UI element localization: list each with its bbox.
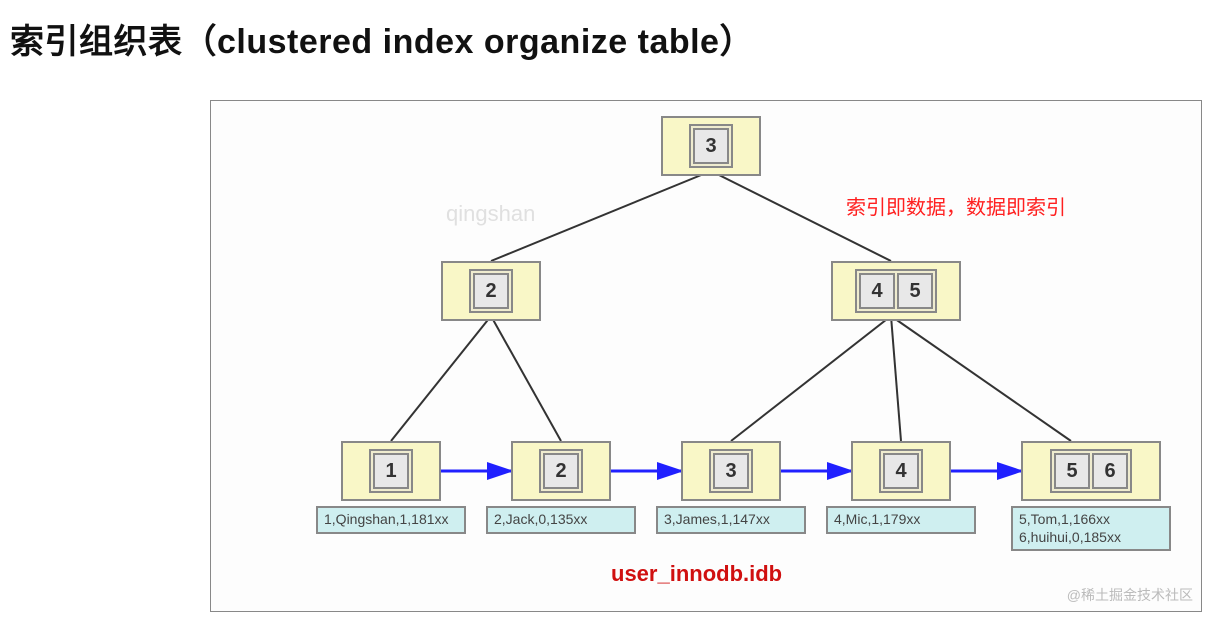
filename-label: user_innodb.idb: [611, 561, 782, 587]
attribution-text: @稀土掘金技术社区: [1067, 585, 1193, 605]
key-cell: 4: [883, 453, 919, 489]
tree-leaf-node: 5 6: [1021, 441, 1161, 501]
tree-leaf-node: 1: [341, 441, 441, 501]
leaf-data-box: 4,Mic,1,179xx: [826, 506, 976, 534]
tree-leaf-node: 2: [511, 441, 611, 501]
key-cell: 3: [693, 128, 729, 164]
key-cell: 5: [897, 273, 933, 309]
tree-root-node: 3: [661, 116, 761, 176]
key-cell: 4: [859, 273, 895, 309]
key-cell: 3: [713, 453, 749, 489]
leaf-data-box: 1,Qingshan,1,181xx: [316, 506, 466, 534]
key-cell: 6: [1092, 453, 1128, 489]
leaf-data-box: 2,Jack,0,135xx: [486, 506, 636, 534]
key-cell: 2: [543, 453, 579, 489]
key-cell: 5: [1054, 453, 1090, 489]
page-title: 索引组织表（clustered index organize table）: [0, 0, 1212, 63]
key-cell: 1: [373, 453, 409, 489]
watermark-text: qingshan: [446, 201, 535, 227]
diagram-canvas: 3 2 4 5 1 2 3 4 5 6 1,Qingshan,1,181xx 2…: [210, 100, 1202, 612]
leaf-data-box: 5,Tom,1,166xx 6,huihui,0,185xx: [1011, 506, 1171, 551]
leaf-data-box: 3,James,1,147xx: [656, 506, 806, 534]
annotation-text: 索引即数据，数据即索引: [846, 191, 1066, 220]
tree-branch-node: 4 5: [831, 261, 961, 321]
tree-branch-node: 2: [441, 261, 541, 321]
tree-leaf-node: 4: [851, 441, 951, 501]
tree-leaf-node: 3: [681, 441, 781, 501]
key-cell: 2: [473, 273, 509, 309]
